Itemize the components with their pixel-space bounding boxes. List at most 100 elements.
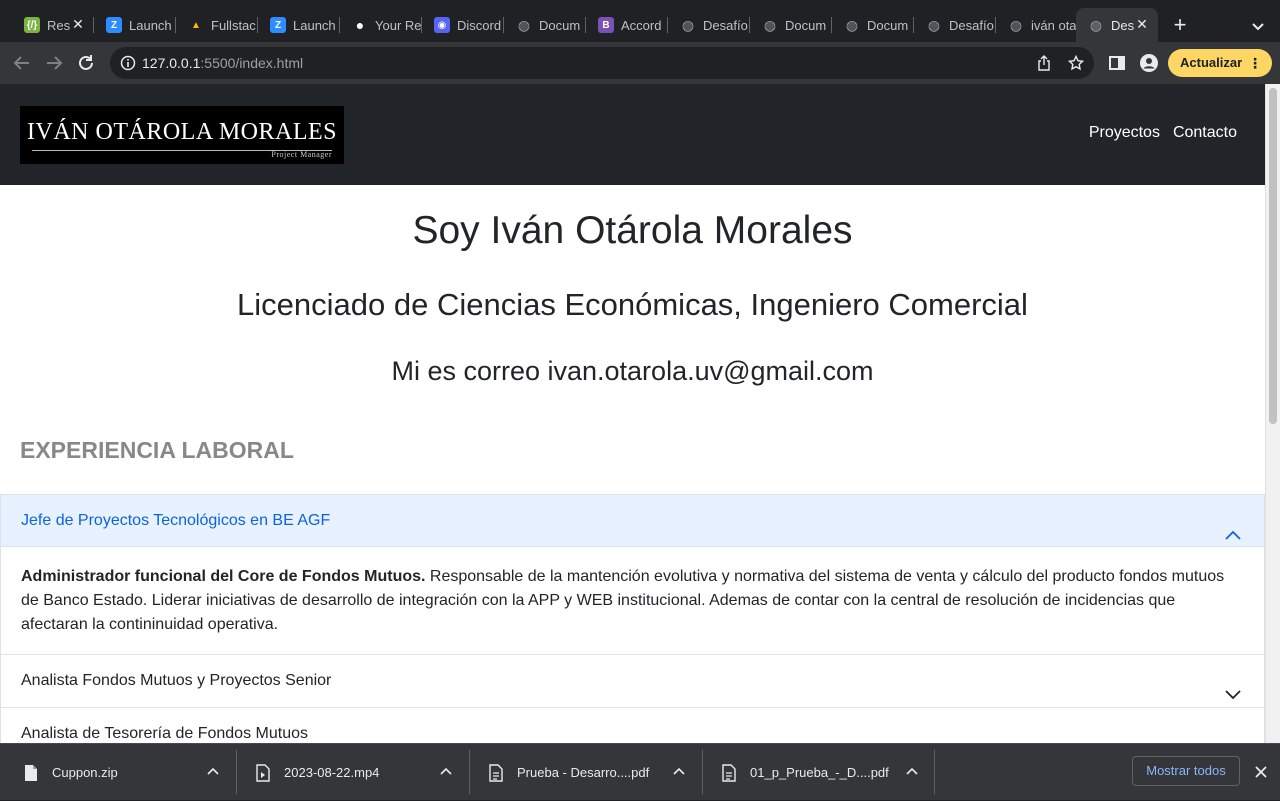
accordion-title: Jefe de Proyectos Tecnológicos en BE AGF: [21, 512, 331, 529]
tab-9[interactable]: ◍ Docum: [750, 8, 832, 42]
share-icon[interactable]: [1036, 55, 1052, 71]
globe-icon: ◍: [681, 16, 695, 33]
update-label: Actualizar: [1180, 55, 1243, 70]
tab-label: Desafío: [703, 17, 748, 33]
nav-link-contacto[interactable]: Contacto: [1173, 124, 1237, 142]
logo-subtitle: Project Manager: [271, 150, 332, 159]
page-subtitle: Licenciado de Ciencias Económicas, Ingen…: [237, 287, 1028, 322]
logo-name: IVÁN OTÁROLA MORALES: [27, 119, 337, 145]
tab-3[interactable]: Z Launch: [258, 8, 340, 42]
accordion-body-strong: Administrador funcional del Core de Fond…: [21, 568, 426, 585]
back-icon[interactable]: [9, 50, 35, 76]
accordion-title: Analista de Tesorería de Fondos Mutuos: [21, 725, 308, 742]
url-path: :5500/index.html: [200, 55, 304, 71]
profile-icon[interactable]: [1140, 54, 1158, 72]
tab-0[interactable]: {/} Res ✕: [12, 8, 94, 42]
download-filename: 2023-08-22.mp4: [284, 765, 380, 780]
file-icon: [25, 764, 37, 781]
site-info-icon[interactable]: [120, 55, 136, 71]
bookmark-star-icon[interactable]: [1067, 54, 1085, 71]
tab-4[interactable]: ● Your Re: [340, 8, 422, 42]
globe-icon: ◍: [927, 16, 941, 33]
chevron-up-icon: [207, 767, 219, 775]
site-nav-links: Proyectos Contacto: [1089, 124, 1237, 142]
tab-label: Docum: [867, 17, 909, 33]
tab-6[interactable]: ◍ Docum: [504, 8, 586, 42]
replit-icon: {/}: [24, 17, 40, 33]
address-bar[interactable]: 127.0.0.1:5500/index.html: [110, 47, 1094, 79]
discord-icon: ◉: [434, 17, 450, 33]
tab-label: Des: [1111, 17, 1135, 33]
page-title: Soy Iván Otárola Morales: [412, 209, 853, 252]
chevron-down-icon: [1224, 726, 1242, 742]
show-all-downloads-button[interactable]: Mostrar todos: [1132, 756, 1240, 786]
tab-label: Launch: [293, 17, 336, 33]
divider: [236, 750, 237, 794]
menu-dots-icon[interactable]: ⋮: [1248, 49, 1262, 77]
reload-icon[interactable]: [73, 50, 99, 76]
tab-13[interactable]: ◍ Des ✕: [1076, 8, 1158, 42]
video-file-icon: [256, 763, 270, 782]
page-scrollbar[interactable]: [1265, 84, 1280, 743]
close-tab-icon[interactable]: ✕: [70, 16, 86, 32]
tab-label: Discord: [457, 17, 502, 33]
tab-label: Docum: [785, 17, 827, 33]
tab-label: Accord: [621, 17, 662, 33]
site-logo[interactable]: IVÁN OTÁROLA MORALES Project Manager: [20, 106, 344, 164]
tab-7[interactable]: B Accord: [586, 8, 668, 42]
accordion-header-analista-fondos[interactable]: Analista Fondos Mutuos y Proyectos Senio…: [1, 655, 1264, 707]
tab-strip: {/} Res ✕ Z Launch ▲ Fullstac Z Launch ● Your Re ◉ D…: [0, 0, 1280, 42]
new-tab-button[interactable]: +: [1166, 12, 1194, 40]
tab-search-icon[interactable]: [1246, 14, 1270, 38]
scrollbar-thumb[interactable]: [1269, 88, 1277, 424]
browser-toolbar: 127.0.0.1:5500/index.html Actualizar ⋮: [0, 42, 1280, 84]
close-downloads-icon[interactable]: [1254, 765, 1268, 779]
globe-icon: ◍: [763, 16, 777, 33]
tab-label: Res: [47, 17, 71, 33]
close-tab-icon[interactable]: ✕: [1134, 16, 1150, 32]
tab-label: Fullstac: [211, 17, 256, 33]
url-host: 127.0.0.1: [142, 55, 201, 71]
github-icon: ●: [355, 17, 365, 33]
accordion-item: Jefe de Proyectos Tecnológicos en BE AGF…: [0, 494, 1265, 655]
zoom-icon: Z: [270, 17, 286, 33]
tab-1[interactable]: Z Launch: [94, 8, 176, 42]
side-panel-icon[interactable]: [1108, 54, 1126, 72]
download-item[interactable]: 2023-08-22.mp4: [256, 744, 452, 801]
forward-icon[interactable]: [41, 50, 67, 76]
pdf-file-icon: [722, 763, 736, 782]
tab-10[interactable]: ◍ Docum: [832, 8, 914, 42]
page-viewport: IVÁN OTÁROLA MORALES Project Manager Pro…: [0, 84, 1280, 743]
chevron-up-icon: [673, 767, 685, 775]
tab-11[interactable]: ◍ Desafío: [914, 8, 996, 42]
accordion-header-jefe-proyectos[interactable]: Jefe de Proyectos Tecnológicos en BE AGF: [1, 495, 1264, 547]
divider: [934, 750, 935, 794]
nav-link-proyectos[interactable]: Proyectos: [1089, 124, 1160, 142]
divider: [702, 750, 703, 794]
tab-2[interactable]: ▲ Fullstac: [176, 8, 258, 42]
bootstrap-icon: B: [598, 17, 614, 33]
download-item[interactable]: 01_p_Prueba_-_D....pdf: [722, 744, 918, 801]
chevron-up-icon: [1224, 513, 1242, 540]
download-filename: Cuppon.zip: [52, 765, 118, 780]
tab-5[interactable]: ◉ Discord: [422, 8, 504, 42]
download-filename: 01_p_Prueba_-_D....pdf: [750, 765, 889, 780]
accordion-header-analista-tesoreria[interactable]: Analista de Tesorería de Fondos Mutuos: [1, 708, 1264, 743]
globe-icon: ◍: [1089, 16, 1103, 33]
tab-label: Launch: [129, 17, 172, 33]
tab-12[interactable]: ◍ iván ota: [996, 8, 1076, 42]
chevron-up-icon: [906, 767, 918, 775]
downloads-bar: Cuppon.zip 2023-08-22.mp4 Prueba - Desar…: [0, 743, 1280, 800]
download-item[interactable]: Prueba - Desarro....pdf: [489, 744, 685, 801]
email-line: Mi es correo ivan.otarola.uv@gmail.com: [391, 356, 874, 386]
tab-8[interactable]: ◍ Desafío: [668, 8, 750, 42]
tab-label: Desafío: [949, 17, 994, 33]
update-button[interactable]: Actualizar ⋮: [1168, 49, 1272, 77]
divider: [469, 750, 470, 794]
accordion-body: Administrador funcional del Core de Fond…: [1, 547, 1264, 654]
accordion-item: Analista Fondos Mutuos y Proyectos Senio…: [0, 655, 1265, 708]
site-navbar: IVÁN OTÁROLA MORALES Project Manager Pro…: [0, 84, 1265, 185]
section-title-experience: EXPERIENCIA LABORAL: [20, 437, 294, 463]
download-item[interactable]: Cuppon.zip: [24, 744, 219, 801]
tab-label: Your Re: [375, 17, 422, 33]
